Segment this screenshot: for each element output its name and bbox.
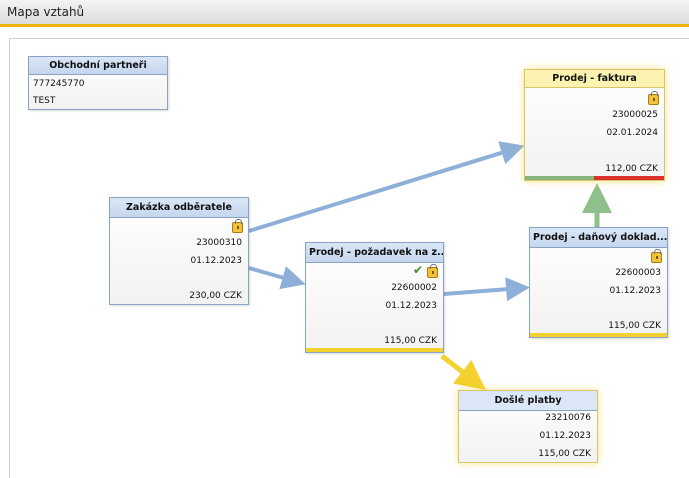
status-bar-unpaid xyxy=(594,176,664,180)
status-bar-paid xyxy=(525,176,594,180)
business-partner-header: Obchodní partneři xyxy=(29,57,167,75)
tax-document-card[interactable]: Prodej - daňový doklad... 22600003 01.12… xyxy=(529,227,668,338)
tax-document-number: 22600003 xyxy=(615,268,661,278)
tax-document-header: Prodej - daňový doklad... xyxy=(530,228,667,248)
padlock-icon xyxy=(427,264,438,278)
customer-order-card[interactable]: Zakázka odběratele 23000310 01.12.2023 2… xyxy=(109,197,249,305)
tax-document-date: 01.12.2023 xyxy=(609,286,661,296)
request-date: 01.12.2023 xyxy=(385,301,437,311)
partner-name: TEST xyxy=(33,96,56,106)
sales-invoice-card[interactable]: Prodej - faktura 23000025 02.01.2024 112… xyxy=(524,69,665,181)
status-bar xyxy=(306,348,443,352)
order-date: 01.12.2023 xyxy=(190,256,242,266)
invoice-amount: 112,00 CZK xyxy=(605,164,658,174)
window-title: Mapa vztahů xyxy=(7,5,85,19)
padlock-icon xyxy=(651,249,662,263)
status-bar xyxy=(530,333,667,337)
sales-request-header: Prodej - požadavek na z... xyxy=(306,243,443,263)
incoming-payments-card[interactable]: Došlé platby 23210076 01.12.2023 115,00 … xyxy=(458,390,598,463)
payment-number: 23210076 xyxy=(545,413,591,423)
payment-amount: 115,00 CZK xyxy=(538,449,591,459)
tax-document-amount: 115,00 CZK xyxy=(608,321,661,331)
business-partner-card[interactable]: Obchodní partneři 777245770 TEST xyxy=(28,56,168,110)
sales-invoice-header: Prodej - faktura xyxy=(525,70,664,88)
padlock-icon xyxy=(648,91,659,105)
sales-request-card[interactable]: Prodej - požadavek na z... ✔ 22600002 01… xyxy=(305,242,444,353)
incoming-payments-header: Došlé platby xyxy=(459,391,597,411)
approved-check-icon: ✔ xyxy=(412,263,423,277)
request-amount: 115,00 CZK xyxy=(384,336,437,346)
invoice-date: 02.01.2024 xyxy=(606,128,658,138)
payment-date: 01.12.2023 xyxy=(539,431,591,441)
request-number: 22600002 xyxy=(391,283,437,293)
order-amount: 230,00 CZK xyxy=(189,291,242,301)
customer-order-header: Zakázka odběratele xyxy=(110,198,248,218)
window-titlebar: Mapa vztahů xyxy=(0,0,689,27)
invoice-number: 23000025 xyxy=(612,110,658,120)
partner-code: 777245770 xyxy=(33,79,85,89)
order-number: 23000310 xyxy=(196,238,242,248)
padlock-icon xyxy=(232,219,243,233)
